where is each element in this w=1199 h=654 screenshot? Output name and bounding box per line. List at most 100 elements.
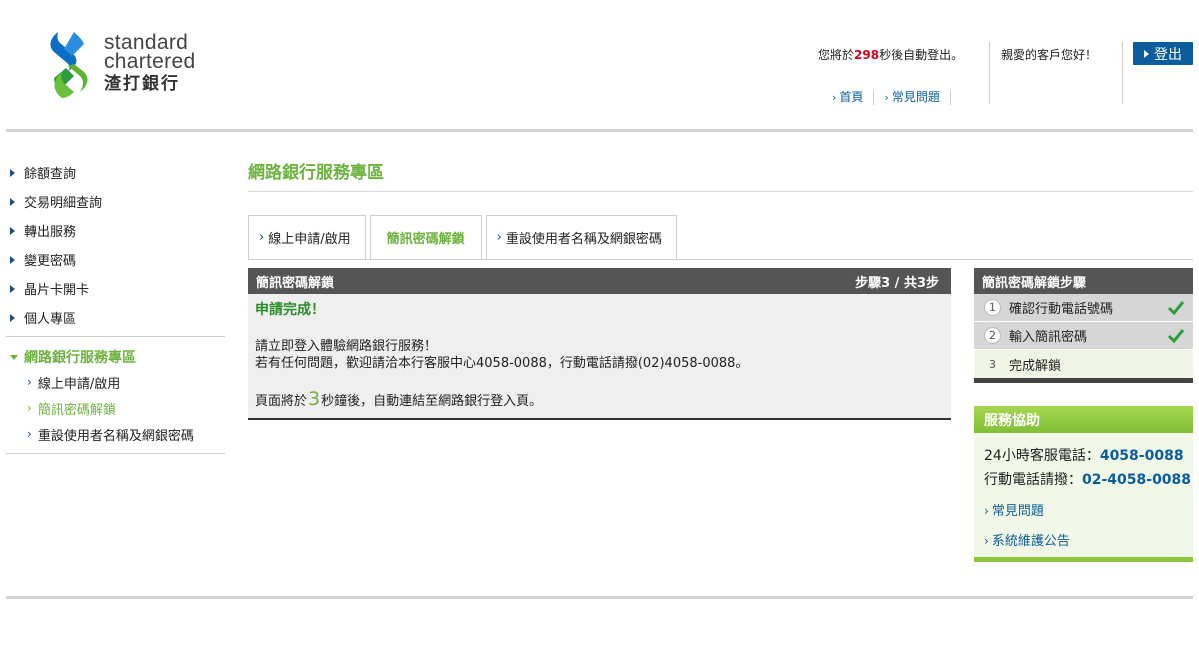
session-seconds: 298 — [854, 48, 880, 62]
triangle-right-icon — [10, 197, 15, 206]
checkmark-icon — [1167, 329, 1185, 344]
redirect-suffix: 秒鐘後，自動連結至網路銀行登入頁。 — [321, 394, 543, 409]
chevron-right-icon: › — [884, 91, 889, 104]
redirect-notice: 頁面將於 3 秒鐘後，自動連結至網路銀行登入頁。 — [255, 388, 944, 410]
logout-button[interactable]: 登出 — [1133, 42, 1193, 65]
brand-name-zh: 渣打銀行 — [104, 74, 180, 93]
sidebar-section-online-banking[interactable]: 網路銀行服務專區 — [6, 345, 225, 369]
step-label: 確認行動電話號碼 — [1009, 302, 1114, 317]
tabs-baseline — [248, 259, 1193, 260]
mobile-hotline: 行動電話請撥：02-4058-0088 — [974, 468, 1193, 492]
header-links: › 首頁 › 常見問題 — [832, 90, 951, 105]
header-link-label: 首頁 — [839, 90, 864, 104]
sidebar-sub-label: 簡訊密碼解鎖 — [37, 402, 116, 418]
standard-chartered-logo-icon — [50, 32, 88, 98]
header-link-faq[interactable]: › 常見問題 — [874, 90, 951, 105]
sidebar-item-personal[interactable]: 個人專區 — [6, 303, 225, 332]
tab-label: 線上申請/啟用 — [268, 232, 351, 247]
chevron-right-icon: › — [27, 375, 32, 389]
steps-footer-bar — [974, 378, 1193, 383]
tab-sms-unlock[interactable]: 簡訊密碼解鎖 — [369, 215, 482, 260]
step-number: 2 — [984, 327, 1001, 344]
redirect-prefix: 頁面將於 — [255, 394, 308, 409]
chevron-right-icon: › — [832, 91, 837, 104]
sidebar-sub-label: 線上申請/啟用 — [37, 376, 121, 392]
step-number: 1 — [984, 299, 1001, 316]
triangle-right-icon — [10, 313, 15, 322]
triangle-right-icon — [10, 284, 15, 293]
sidebar-sub-label: 重設使用者名稱及網銀密碼 — [37, 428, 194, 444]
sidebar-item-label: 個人專區 — [24, 312, 77, 327]
header-link-home[interactable]: › 首頁 — [832, 90, 875, 105]
message-text: 請立即登入體驗網路銀行服務！ 若有任何問題，歡迎請洽本行客服中心4058-008… — [255, 338, 944, 372]
greeting: 親愛的客戶您好！ — [1001, 48, 1098, 62]
triangle-down-icon — [10, 354, 18, 360]
mobile-number: 02-4058-0088 — [1082, 472, 1192, 488]
steps-title: 簡訊密碼解鎖步驟 — [974, 268, 1193, 294]
header-separator — [6, 129, 1193, 132]
tab-apply[interactable]: › 線上申請/啟用 — [248, 215, 366, 260]
sidebar-sub-reset[interactable]: › 重設使用者名稱及網銀密碼 — [6, 421, 225, 447]
panel-body: 申請完成！ 請立即登入體驗網路銀行服務！ 若有任何問題，歡迎請洽本行客服中心40… — [248, 294, 951, 420]
session-suffix: 秒後自動登出。 — [879, 48, 964, 62]
sidebar-item-chip-card[interactable]: 晶片卡開卡 — [6, 274, 225, 303]
chevron-right-icon: › — [259, 230, 265, 245]
session-prefix: 您將於 — [818, 48, 855, 62]
checkmark-icon — [1167, 301, 1185, 316]
header-divider — [989, 42, 990, 104]
hotline-label: 24小時客服電話： — [984, 448, 1100, 464]
tab-reset[interactable]: › 重設使用者名稱及網銀密碼 — [485, 215, 677, 260]
steps-box: 簡訊密碼解鎖步驟 1 確認行動電話號碼 2 輸入簡訊密碼 3 完成解鎖 — [974, 268, 1193, 383]
message-line: 請立即登入體驗網路銀行服務！ — [255, 339, 438, 354]
step-item: 1 確認行動電話號碼 — [974, 294, 1193, 322]
header-link-label: 常見問題 — [891, 90, 940, 104]
sidebar-section-label: 網路銀行服務專區 — [24, 350, 136, 366]
chevron-right-icon: › — [27, 427, 32, 441]
sidebar-item-transfer[interactable]: 轉出服務 — [6, 216, 225, 245]
message-line: 若有任何問題，歡迎請洽本行客服中心4058-0088，行動電話請撥(02)405… — [255, 356, 749, 371]
sidebar-divider — [6, 453, 225, 454]
sidebar-sub-apply[interactable]: › 線上申請/啟用 — [6, 369, 225, 395]
service-link-label: 常見問題 — [991, 504, 1044, 519]
sidebar-item-transactions[interactable]: 交易明細查詢 — [6, 187, 225, 216]
mobile-label: 行動電話請撥： — [984, 472, 1082, 488]
step-label: 輸入簡訊密碼 — [1009, 330, 1088, 345]
logout-label: 登出 — [1154, 46, 1182, 63]
triangle-right-icon — [10, 255, 15, 264]
sidebar-divider — [6, 336, 225, 337]
chevron-right-icon: › — [984, 534, 989, 548]
sidebar-item-label: 變更密碼 — [24, 254, 77, 269]
tab-label: 簡訊密碼解鎖 — [386, 232, 465, 247]
sidebar-item-label: 交易明細查詢 — [24, 196, 103, 211]
sidebar-nav: 餘額查詢 交易明細查詢 轉出服務 變更密碼 晶片卡開卡 個人專區 網路銀行服務專… — [6, 158, 225, 454]
service-link-faq[interactable]: › 常見問題 — [974, 496, 1193, 526]
sidebar-item-balance[interactable]: 餘額查詢 — [6, 158, 225, 187]
hotline: 24小時客服電話：4058-0088 — [974, 444, 1193, 468]
header-divider — [1122, 42, 1123, 104]
triangle-right-icon — [10, 168, 15, 177]
brand-logo[interactable]: standard chartered 渣打銀行 — [44, 30, 234, 102]
chevron-right-icon: › — [984, 504, 989, 518]
triangle-right-icon — [10, 226, 15, 235]
brand-name-line2: chartered — [104, 50, 196, 73]
panel-header: 簡訊密碼解鎖 步驟3 / 共3步 — [248, 268, 951, 294]
chevron-right-icon: › — [496, 230, 502, 245]
chevron-right-icon: › — [27, 401, 32, 415]
hotline-number: 4058-0088 — [1099, 448, 1184, 464]
sidebar-item-change-password[interactable]: 變更密碼 — [6, 245, 225, 274]
service-box: 服務協助 24小時客服電話：4058-0088 行動電話請撥：02-4058-0… — [974, 406, 1193, 562]
sidebar-item-label: 餘額查詢 — [24, 167, 77, 182]
service-title: 服務協助 — [974, 406, 1193, 433]
page-title: 網路銀行服務專區 — [248, 163, 384, 183]
tab-label: 重設使用者名稱及網銀密碼 — [505, 232, 662, 247]
sidebar-sub-sms-unlock[interactable]: › 簡訊密碼解鎖 — [6, 395, 225, 421]
footer-separator — [6, 596, 1193, 599]
panel-title: 簡訊密碼解鎖 — [256, 275, 335, 291]
step-label: 完成解鎖 — [1009, 358, 1062, 374]
play-arrow-icon — [1144, 49, 1149, 58]
tab-bar: › 線上申請/啟用 簡訊密碼解鎖 › 重設使用者名稱及網銀密碼 — [248, 215, 681, 260]
service-link-maintenance[interactable]: › 系統維護公告 — [974, 526, 1193, 556]
step-indicator: 步驟3 / 共3步 — [855, 275, 939, 291]
service-link-label: 系統維護公告 — [991, 534, 1070, 549]
step-number: 3 — [989, 357, 996, 371]
